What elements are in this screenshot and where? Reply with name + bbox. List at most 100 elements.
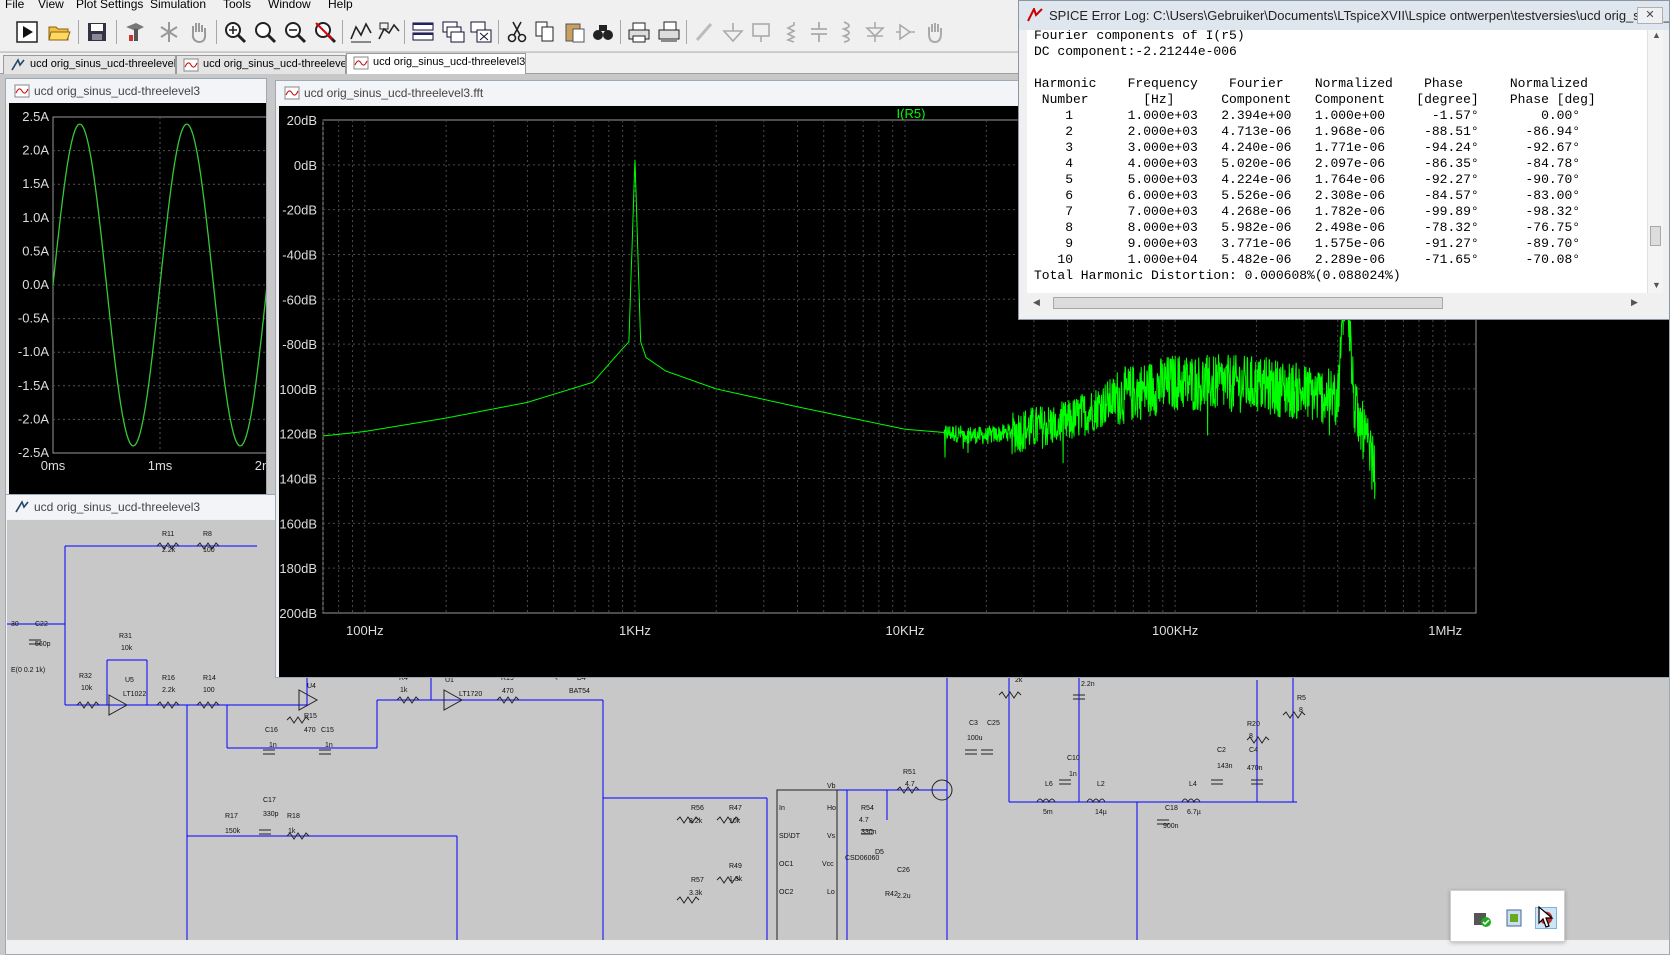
capacitor-icon[interactable]: [806, 19, 832, 45]
menu-simulation[interactable]: Simulation: [150, 0, 206, 11]
print-icon[interactable]: [626, 19, 652, 45]
mouse-cursor-icon: [1538, 905, 1554, 928]
menu-plot-settings[interactable]: Plot Settings: [76, 0, 143, 11]
y-tick-label: -120dB: [279, 427, 317, 442]
schematic-label: LT1022: [123, 691, 146, 698]
vertical-scroll-thumb[interactable]: [1650, 226, 1661, 246]
inductor-icon[interactable]: [834, 19, 860, 45]
autorange-icon[interactable]: [348, 19, 374, 45]
network-tray-icon[interactable]: [1503, 907, 1525, 929]
zoom-in-icon[interactable]: [222, 19, 248, 45]
schematic-label: R32: [79, 673, 92, 680]
capacitor-symbol[interactable]: [965, 749, 977, 755]
copy-icon[interactable]: [532, 19, 558, 45]
ltspice-main-window: File View Plot Settings Simulation Tools…: [0, 0, 1670, 955]
tab-label: ucd orig_sinus_ucd-threelevel3.fft: [373, 56, 526, 68]
schematic-label: 1.3k: [729, 876, 743, 883]
pan-hand-icon[interactable]: [186, 19, 212, 45]
zoom-area-icon[interactable]: [252, 19, 278, 45]
save-icon[interactable]: [84, 19, 110, 45]
menu-help[interactable]: Help: [328, 0, 353, 11]
close-windows-icon[interactable]: [468, 19, 494, 45]
zoom-cancel-icon[interactable]: [312, 19, 338, 45]
transient-chart: 2.5A 2.0A 1.5A 1.0A 0.5A 0.0A -0.5A -1.0A -1.5A -…: [18, 109, 266, 473]
ground-icon[interactable]: [720, 19, 746, 45]
tile-icon[interactable]: [410, 19, 436, 45]
window-title-bar[interactable]: ucd orig_sinus_ucd-threelevel3: [6, 79, 266, 103]
capacitor-symbol[interactable]: [981, 749, 993, 755]
schematic-label: Vcc: [822, 861, 834, 868]
diode-icon[interactable]: [862, 19, 888, 45]
schematic-label: 150k: [225, 828, 241, 835]
schematic-label: BAT54: [569, 688, 590, 695]
menu-window[interactable]: Window: [268, 0, 311, 11]
y-tick-label: -0.5A: [18, 311, 49, 326]
spice-error-log-window[interactable]: SPICE Error Log: C:\Users\Gebruiker\Docu…: [1018, 0, 1670, 320]
schematic-label: SD\DT: [779, 833, 801, 840]
schematic-label: L4: [1189, 781, 1197, 788]
schematic-label: R20: [1247, 721, 1260, 728]
capacitor-symbol[interactable]: [259, 829, 271, 835]
open-icon[interactable]: [46, 19, 72, 45]
capacitor-symbol[interactable]: [1059, 779, 1071, 785]
tab-schematic[interactable]: ucd orig_sinus_ucd-threelevel3: [3, 55, 176, 74]
schematic-label: C4: [1249, 747, 1258, 754]
close-button[interactable]: ✕: [1637, 7, 1663, 24]
y-tick-label: -60dB: [282, 292, 317, 307]
scroll-left-icon[interactable]: ◀: [1033, 297, 1040, 308]
x-tick-label: 100Hz: [346, 623, 384, 638]
schematic-label: E(0 0.2 1k): [11, 667, 45, 674]
paste-icon[interactable]: [562, 19, 588, 45]
schematic-label: 100u: [967, 735, 983, 742]
find-icon[interactable]: [590, 19, 616, 45]
schematic-label: LT1720: [459, 691, 482, 698]
tab-label: ucd orig_sinus_ucd-threelevel3: [30, 58, 176, 70]
move-icon[interactable]: [922, 19, 948, 45]
wire-icon[interactable]: [692, 19, 718, 45]
transient-plot-area[interactable]: 2.5A 2.0A 1.5A 1.0A 0.5A 0.0A -0.5A -1.0A -1.5A -…: [9, 103, 266, 507]
schematic-label: R15: [304, 713, 317, 720]
security-tray-icon[interactable]: [1471, 907, 1493, 929]
scroll-up-icon[interactable]: ▲: [1652, 30, 1661, 40]
capacitor-symbol[interactable]: [1211, 779, 1223, 785]
transient-plot-window[interactable]: ucd orig_sinus_ucd-threelevel3 2.5A 2.0A 1…: [5, 78, 267, 508]
print-setup-icon[interactable]: [656, 19, 682, 45]
horizontal-scroll-thumb[interactable]: [1053, 297, 1443, 309]
label-icon[interactable]: [748, 19, 774, 45]
resistor-symbol[interactable]: [998, 691, 1022, 699]
menu-tools[interactable]: Tools: [223, 0, 251, 11]
schematic-label: C22: [35, 621, 48, 628]
x-tick-label: 1ms: [148, 458, 173, 473]
tab-transient-plot[interactable]: ucd orig_sinus_ucd-threelevel3: [176, 55, 346, 74]
component-icon[interactable]: [892, 19, 918, 45]
vertical-scrollbar[interactable]: ▲ ▼: [1647, 30, 1663, 293]
log-title-bar[interactable]: SPICE Error Log: C:\Users\Gebruiker\Docu…: [1019, 1, 1669, 30]
scroll-down-icon[interactable]: ▼: [1652, 280, 1661, 290]
control-panel-icon[interactable]: [122, 19, 148, 45]
trace-label[interactable]: I(R5): [897, 106, 926, 121]
zoom-out-icon[interactable]: [282, 19, 308, 45]
horizontal-scrollbar[interactable]: ◀ ▶: [1027, 295, 1647, 311]
halt-icon[interactable]: [156, 19, 182, 45]
capacitor-symbol[interactable]: [319, 749, 331, 755]
schematic-label: 100: [203, 687, 215, 694]
resistor-icon[interactable]: [778, 19, 804, 45]
cascade-icon[interactable]: [440, 19, 466, 45]
y-tick-label: -80dB: [282, 337, 317, 352]
autorange-2-icon[interactable]: [376, 19, 402, 45]
schematic-label: R47: [729, 805, 742, 812]
schematic-label: R51: [903, 769, 916, 776]
schematic-label: 10k: [729, 818, 741, 825]
tab-fft-plot[interactable]: ucd orig_sinus_ucd-threelevel3.fft: [346, 53, 526, 74]
menu-view[interactable]: View: [38, 0, 64, 11]
capacitor-symbol[interactable]: [263, 749, 275, 755]
scroll-right-icon[interactable]: ▶: [1631, 297, 1638, 308]
resistor-symbol[interactable]: [676, 896, 700, 904]
log-text-area[interactable]: Fourier components of I(r5) DC component…: [1027, 30, 1647, 293]
run-icon[interactable]: [14, 19, 40, 45]
schematic-label: 330n: [861, 829, 877, 836]
opamp-symbol[interactable]: [298, 689, 319, 711]
menu-file[interactable]: File: [5, 0, 24, 11]
cut-icon[interactable]: [504, 19, 530, 45]
schematic-label: R14: [203, 675, 216, 682]
